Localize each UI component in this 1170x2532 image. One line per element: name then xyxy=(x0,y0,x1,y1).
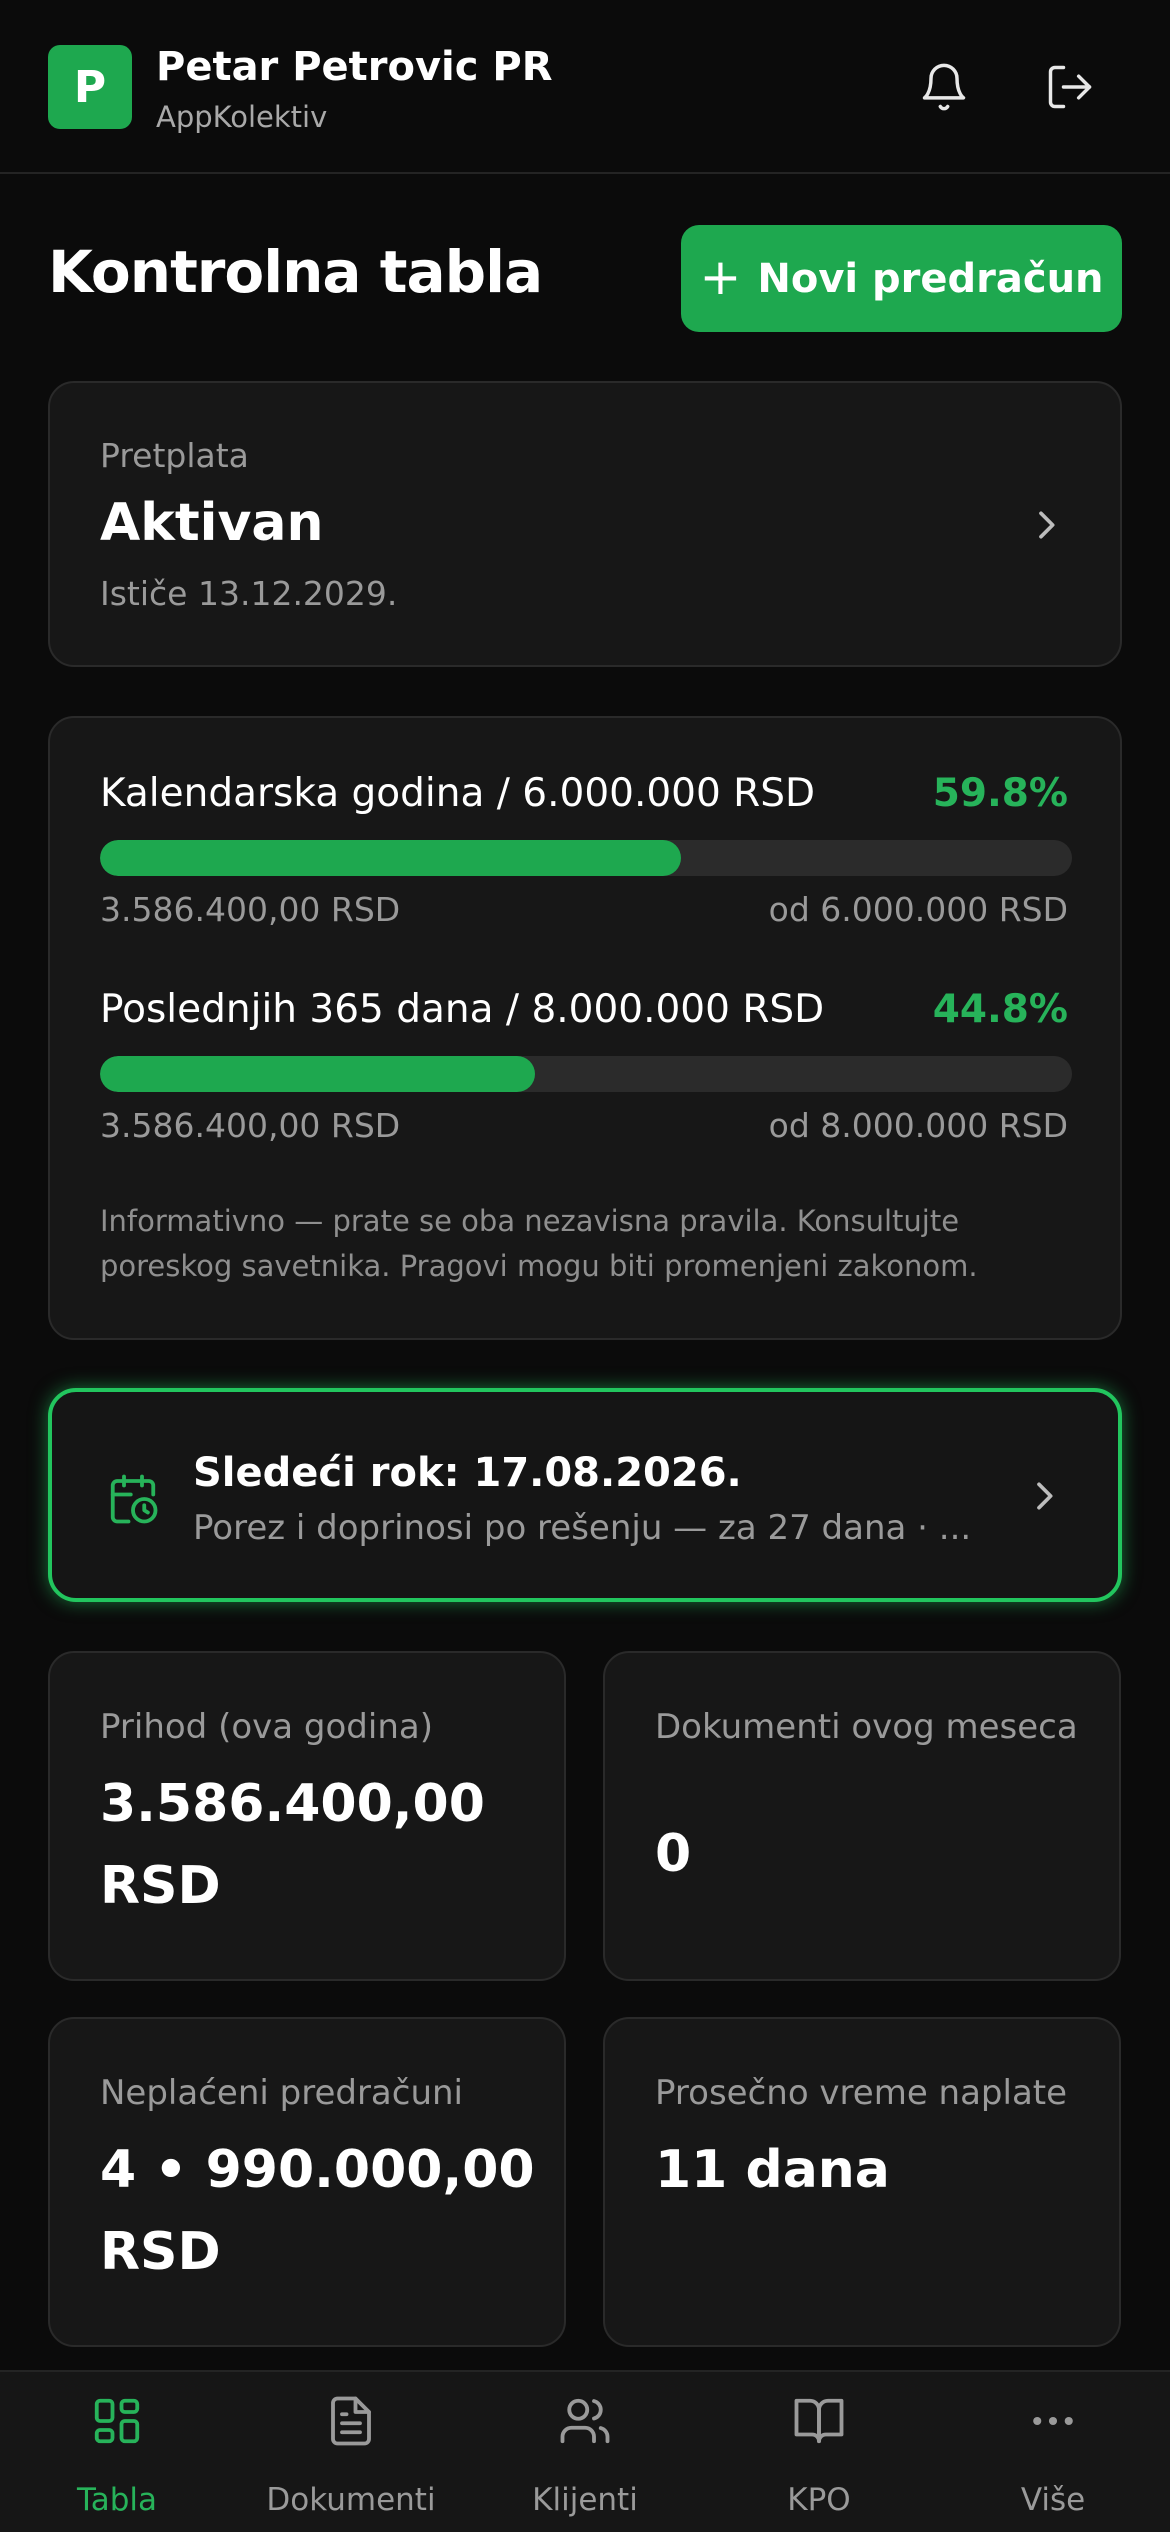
limit-percent: 59.8% xyxy=(932,771,1068,816)
chevron-right-icon xyxy=(1037,1482,1053,1510)
nav-label: Tabla xyxy=(76,2482,158,2518)
deadline-title: Sledeći rok: 17.08.2026. xyxy=(193,1450,742,1496)
limit-current-amount: 3.586.400,00 RSD xyxy=(100,1106,401,1145)
new-invoice-button[interactable]: + Novi predračun xyxy=(681,225,1122,332)
limit-progress-bar xyxy=(100,840,1072,876)
page-title: Kontrolna tabla xyxy=(48,238,543,306)
book-icon xyxy=(794,2398,844,2444)
app-header: P Petar Petrovic PR AppKolektiv xyxy=(0,0,1170,174)
next-deadline-card[interactable]: Sledeći rok: 17.08.2026. Porez i doprino… xyxy=(48,1388,1122,1602)
limit-progress-bar xyxy=(100,1056,1072,1092)
grid-icon xyxy=(94,2398,140,2444)
dashboard-page: P Petar Petrovic PR AppKolektiv Kontroln… xyxy=(0,0,1170,2532)
stat-card-avg-collection: Prosečno vreme naplate 11 dana xyxy=(603,2017,1121,2347)
stat-label: Prosečno vreme naplate xyxy=(655,2073,1068,2113)
subscription-status: Aktivan xyxy=(100,493,324,553)
limit-progress-fill xyxy=(100,1056,536,1092)
limit-of-amount: od 8.000.000 RSD xyxy=(768,1106,1068,1145)
bottom-navigation: Tabla Dokumenti Klijenti KPO Više xyxy=(0,2370,1170,2532)
limit-of-amount: od 6.000.000 RSD xyxy=(768,890,1068,929)
limit-current-amount: 3.586.400,00 RSD xyxy=(100,890,401,929)
nav-label: Više xyxy=(1020,2482,1086,2518)
limit-title: Poslednjih 365 dana / 8.000.000 RSD xyxy=(100,987,825,1032)
stat-label: Neplaćeni predračuni xyxy=(100,2073,463,2113)
logout-icon[interactable] xyxy=(1038,55,1102,119)
company-name: Petar Petrovic PR xyxy=(156,44,553,90)
nav-label: Klijenti xyxy=(532,2482,638,2518)
stat-value: 0 xyxy=(655,1824,692,1884)
limit-title: Kalendarska godina / 6.000.000 RSD xyxy=(100,771,816,816)
nav-item-klijenti[interactable]: Klijenti xyxy=(468,2372,702,2532)
calendar-clock-icon xyxy=(110,1474,158,1524)
more-icon xyxy=(1033,2416,1073,2426)
limits-disclaimer: Informativno — prate se oba nezavisna pr… xyxy=(100,1204,978,1283)
limit-percent: 44.8% xyxy=(932,987,1068,1032)
company-subtitle: AppKolektiv xyxy=(156,100,328,134)
stat-value: 3.586.400,00 RSD xyxy=(100,1774,485,1916)
revenue-limits-card: Kalendarska godina / 6.000.000 RSD 59.8%… xyxy=(48,716,1122,1340)
stat-card-revenue: Prihod (ova godina) 3.586.400,00 RSD xyxy=(48,1651,566,1981)
company-logo: P xyxy=(48,45,132,129)
chevron-right-icon xyxy=(1039,511,1055,539)
bell-icon[interactable] xyxy=(912,55,976,119)
limit-progress-fill xyxy=(100,840,682,876)
nav-item-dokumenti[interactable]: Dokumenti xyxy=(234,2372,468,2532)
nav-item-vise[interactable]: Više xyxy=(936,2372,1170,2532)
document-icon xyxy=(331,2396,371,2446)
nav-item-kpo[interactable]: KPO xyxy=(702,2372,936,2532)
stat-label: Prihod (ova godina) xyxy=(100,1707,433,1747)
nav-item-tabla[interactable]: Tabla xyxy=(0,2372,234,2532)
new-invoice-label: Novi predračun xyxy=(757,255,1104,302)
nav-label: Dokumenti xyxy=(266,2482,436,2518)
users-icon xyxy=(560,2398,610,2444)
stat-value: 4 • 990.000,00 RSD xyxy=(100,2140,535,2282)
stat-card-documents: Dokumenti ovog meseca 0 xyxy=(603,1651,1121,1981)
subscription-label: Pretplata xyxy=(100,436,249,475)
subscription-expiry: Ističe 13.12.2029. xyxy=(100,574,398,613)
stat-value: 11 dana xyxy=(655,2140,890,2200)
stat-card-unpaid: Neplaćeni predračuni 4 • 990.000,00 RSD xyxy=(48,2017,566,2347)
nav-label: KPO xyxy=(787,2482,851,2518)
plus-icon: + xyxy=(699,247,742,306)
subscription-card[interactable]: Pretplata Aktivan Ističe 13.12.2029. xyxy=(48,381,1122,667)
stat-label: Dokumenti ovog meseca xyxy=(655,1707,1078,1747)
deadline-subtitle: Porez i doprinosi po rešenju — za 27 dan… xyxy=(193,1508,972,1548)
